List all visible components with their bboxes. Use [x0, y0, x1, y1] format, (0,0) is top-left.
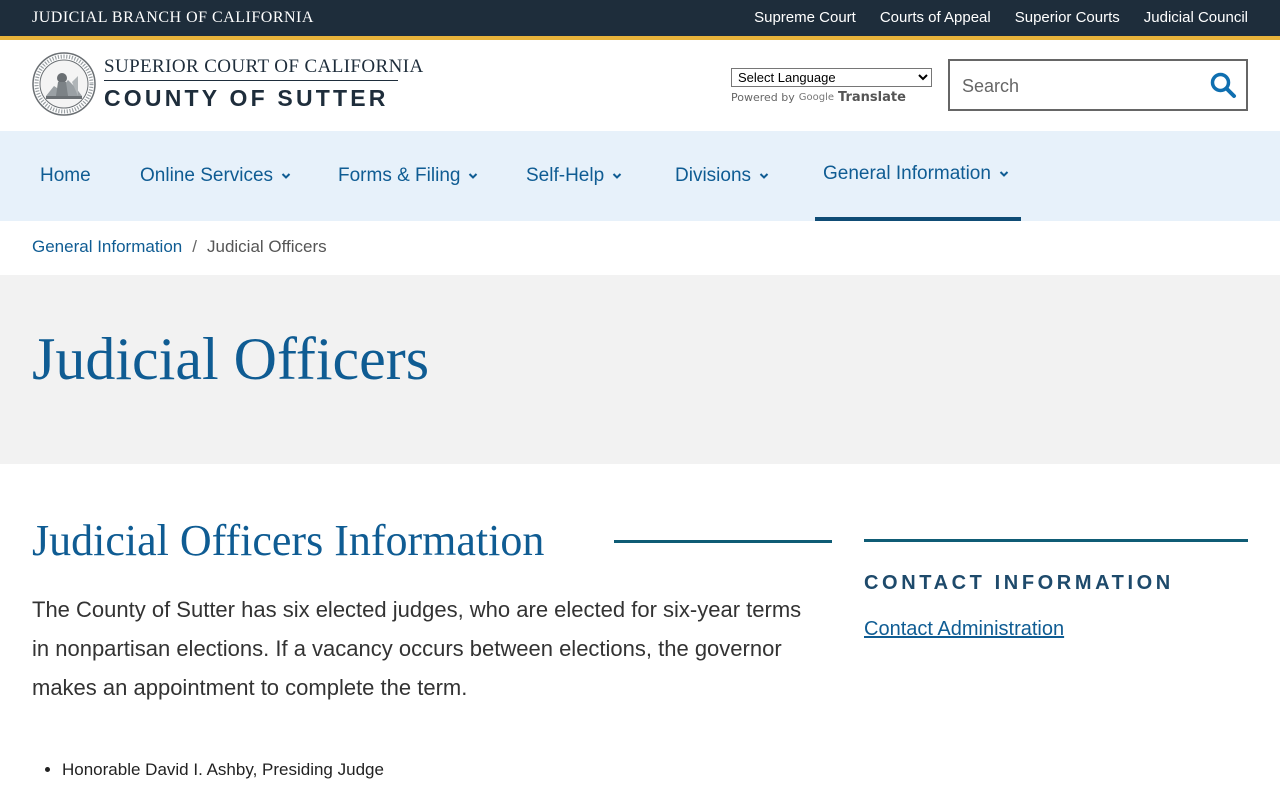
nav-general-information-label: General Information	[823, 163, 991, 184]
translate-label[interactable]: Translate	[838, 90, 906, 105]
court-name-line1[interactable]: SUPERIOR COURT OF CALIFORNIA	[104, 56, 424, 78]
site-header: SUPERIOR COURT OF CALIFORNIA COUNTY OF S…	[0, 40, 1280, 131]
list-item: Honorable David I. Ashby, Presiding Judg…	[62, 760, 384, 780]
top-link-superior-courts[interactable]: Superior Courts	[1015, 9, 1120, 26]
google-translate-attribution: Powered by Google Translate	[731, 90, 906, 105]
section-title-rule	[614, 540, 832, 543]
nav-online-services[interactable]: Online Services	[132, 131, 299, 221]
breadcrumb-current: Judicial Officers	[206, 237, 327, 256]
branch-title[interactable]: JUDICIAL BRANCH OF CALIFORNIA	[32, 9, 314, 27]
top-links: Supreme Court Courts of Appeal Superior …	[754, 9, 1248, 26]
breadcrumb-general-information[interactable]: General Information	[32, 237, 182, 257]
intro-paragraph: The County of Sutter has six elected jud…	[32, 597, 802, 700]
search-icon	[1210, 72, 1236, 98]
chevron-down-icon	[999, 171, 1009, 177]
court-name-line2[interactable]: COUNTY OF SUTTER	[104, 85, 389, 112]
nav-divisions-label: Divisions	[675, 165, 752, 186]
top-link-supreme-court[interactable]: Supreme Court	[754, 9, 856, 26]
nav-home[interactable]: Home	[32, 131, 99, 221]
judges-list: Honorable David I. Ashby, Presiding Judg…	[62, 760, 384, 792]
google-logo-icon[interactable]: Google	[799, 92, 834, 103]
contact-information-heading: CONTACT INFORMATION	[864, 572, 1174, 594]
sidebar-rule	[864, 539, 1248, 542]
court-name-divider	[104, 80, 398, 81]
judicial-branch-topbar: JUDICIAL BRANCH OF CALIFORNIA Supreme Co…	[0, 0, 1280, 36]
chevron-down-icon	[281, 173, 291, 179]
contact-administration-link[interactable]: Contact Administration	[864, 618, 1064, 641]
top-link-judicial-council[interactable]: Judicial Council	[1144, 9, 1248, 26]
top-link-courts-of-appeal[interactable]: Courts of Appeal	[880, 9, 991, 26]
search-button[interactable]	[1208, 71, 1238, 101]
search-box	[948, 59, 1248, 111]
chevron-down-icon	[759, 173, 769, 179]
page-hero: Judicial Officers	[0, 275, 1280, 464]
nav-home-label: Home	[40, 165, 91, 186]
nav-forms-filing-label: Forms & Filing	[338, 165, 461, 186]
page-title: Judicial Officers	[32, 326, 430, 392]
nav-forms-filing[interactable]: Forms & Filing	[330, 131, 486, 221]
nav-online-services-label: Online Services	[140, 165, 274, 186]
powered-by-label: Powered by	[731, 91, 795, 104]
chevron-down-icon	[612, 173, 622, 179]
breadcrumb: General Information / Judicial Officers	[32, 237, 327, 257]
section-title: Judicial Officers Information	[32, 516, 545, 565]
state-seal-icon[interactable]	[32, 52, 96, 116]
search-input[interactable]	[962, 73, 1192, 99]
main-nav: Home Online Services Forms & Filing Self…	[0, 131, 1280, 221]
chevron-down-icon	[469, 173, 478, 179]
language-select[interactable]: Select Language	[731, 68, 932, 87]
nav-self-help-label: Self-Help	[526, 165, 605, 186]
nav-general-information[interactable]: General Information	[815, 131, 1021, 221]
breadcrumb-separator: /	[192, 237, 197, 256]
nav-divisions[interactable]: Divisions	[667, 131, 777, 221]
nav-self-help[interactable]: Self-Help	[518, 131, 630, 221]
